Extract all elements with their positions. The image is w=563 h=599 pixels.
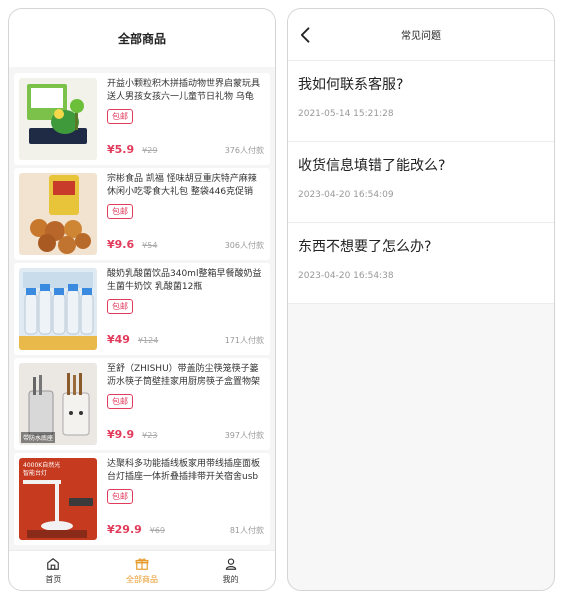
original-price: ¥69 xyxy=(149,526,166,535)
free-shipping-badge: 包邮 xyxy=(107,394,133,409)
faq-timestamp: 2023-04-20 16:54:38 xyxy=(298,271,394,281)
tab-label: 我的 xyxy=(222,574,239,584)
free-shipping-badge: 包邮 xyxy=(107,299,133,314)
home-icon xyxy=(47,557,60,570)
product-list[interactable]: 开益小颗粒积木拼插动物世界启蒙玩具送人男孩女孩六一儿童节日礼物 乌龟ky038 … xyxy=(9,67,275,550)
sold-count: 171人付款 xyxy=(224,336,264,345)
faq-timestamp: 2023-04-20 16:54:09 xyxy=(298,190,394,200)
original-price: ¥124 xyxy=(137,336,159,345)
page-title: 常见问题 xyxy=(401,31,441,42)
back-arrow-icon[interactable] xyxy=(296,25,316,45)
free-shipping-badge: 包邮 xyxy=(107,204,133,219)
faq-item[interactable]: 我如何联系客服? 2021-05-14 15:21:28 xyxy=(288,61,554,142)
original-price: ¥54 xyxy=(142,241,158,250)
faq-item[interactable]: 东西不想要了怎么办? 2023-04-20 16:54:38 xyxy=(288,223,554,304)
bottom-tab-bar: 首页 全部商品 我的 xyxy=(9,550,275,590)
user-icon xyxy=(225,557,236,570)
product-thumbnail[interactable]: 带防水底座 xyxy=(19,363,97,445)
faq-question: 东西不想要了怎么办? xyxy=(298,239,432,255)
faq-timestamp: 2021-05-14 15:21:28 xyxy=(298,109,394,119)
tab-all-products[interactable]: 全部商品 xyxy=(98,551,187,590)
product-list-screen: 全部商品 开益小颗粒积木拼插动物世界启蒙玩具送人男孩女孩六一儿童节日礼物 乌龟k… xyxy=(8,8,276,591)
thumbnail-caption: 带防水底座 xyxy=(21,432,56,443)
thumbnail-caption: 4000K自然光 智能台灯 xyxy=(23,462,61,477)
faq-item[interactable]: 收货信息填错了能改么? 2023-04-20 16:54:09 xyxy=(288,142,554,223)
nav-header: 常见问题 xyxy=(288,9,554,61)
original-price: ¥23 xyxy=(142,431,158,440)
product-thumbnail[interactable] xyxy=(19,268,97,350)
product-title: 达聚科多功能插线板家用带线插座面板台灯插座一体折叠插排带开关宿舍usb多接口充.… xyxy=(107,459,261,482)
product-card[interactable]: 4000K自然光 智能台灯 达聚科多功能插线板家用带线插座面板台灯插座一体折叠插… xyxy=(14,453,270,545)
faq-question: 收货信息填错了能改么? xyxy=(298,158,446,174)
product-price: ¥9.6 xyxy=(107,238,135,251)
product-title: 至舒（ZHISHU）带盖防尘筷笼筷子篓沥水筷子筒壁挂家用厨房筷子盒置物架餐具收纳… xyxy=(107,364,261,387)
gift-icon xyxy=(135,557,149,570)
free-shipping-badge: 包邮 xyxy=(107,489,133,504)
tab-label: 全部商品 xyxy=(126,574,158,584)
product-card[interactable]: 宗彬食品 凯福 怪味胡豆重庆特产麻辣休闲小吃零食大礼包 整袋446克促销 包邮 … xyxy=(14,168,270,260)
original-price: ¥29 xyxy=(142,146,158,155)
faq-question: 我如何联系客服? xyxy=(298,77,404,93)
product-price: ¥5.9 xyxy=(107,143,135,156)
sold-count: 376人付款 xyxy=(224,146,264,155)
tab-mine[interactable]: 我的 xyxy=(186,551,275,590)
product-title: 开益小颗粒积木拼插动物世界启蒙玩具送人男孩女孩六一儿童节日礼物 乌龟ky038 xyxy=(107,79,261,102)
product-card[interactable]: 带防水底座 至舒（ZHISHU）带盖防尘筷笼筷子篓沥水筷子筒壁挂家用厨房筷子盒置… xyxy=(14,358,270,450)
product-price: ¥49 xyxy=(107,333,130,346)
tab-label: 首页 xyxy=(45,574,62,584)
sold-count: 306人付款 xyxy=(224,241,264,250)
sold-count: 397人付款 xyxy=(224,431,264,440)
sold-count: 81人付款 xyxy=(229,526,264,535)
product-thumbnail[interactable]: 4000K自然光 智能台灯 xyxy=(19,458,97,540)
product-price: ¥29.9 xyxy=(107,523,142,536)
product-thumbnail[interactable] xyxy=(19,173,97,255)
product-title: 酸奶乳酸菌饮品340ml整箱早餐酸奶益生菌牛奶饮 乳酸菌12瓶 xyxy=(107,269,262,292)
tab-home[interactable]: 首页 xyxy=(9,551,98,590)
product-thumbnail[interactable] xyxy=(19,78,97,160)
free-shipping-badge: 包邮 xyxy=(107,109,133,124)
product-card[interactable]: 酸奶乳酸菌饮品340ml整箱早餐酸奶益生菌牛奶饮 乳酸菌12瓶 包邮 ¥49 ¥… xyxy=(14,263,270,355)
faq-screen: 常见问题 我如何联系客服? 2021-05-14 15:21:28 收货信息填错… xyxy=(287,8,555,591)
page-title: 全部商品 xyxy=(9,9,275,67)
product-card[interactable]: 开益小颗粒积木拼插动物世界启蒙玩具送人男孩女孩六一儿童节日礼物 乌龟ky038 … xyxy=(14,73,270,165)
product-price: ¥9.9 xyxy=(107,428,135,441)
product-title: 宗彬食品 凯福 怪味胡豆重庆特产麻辣休闲小吃零食大礼包 整袋446克促销 xyxy=(107,174,257,197)
